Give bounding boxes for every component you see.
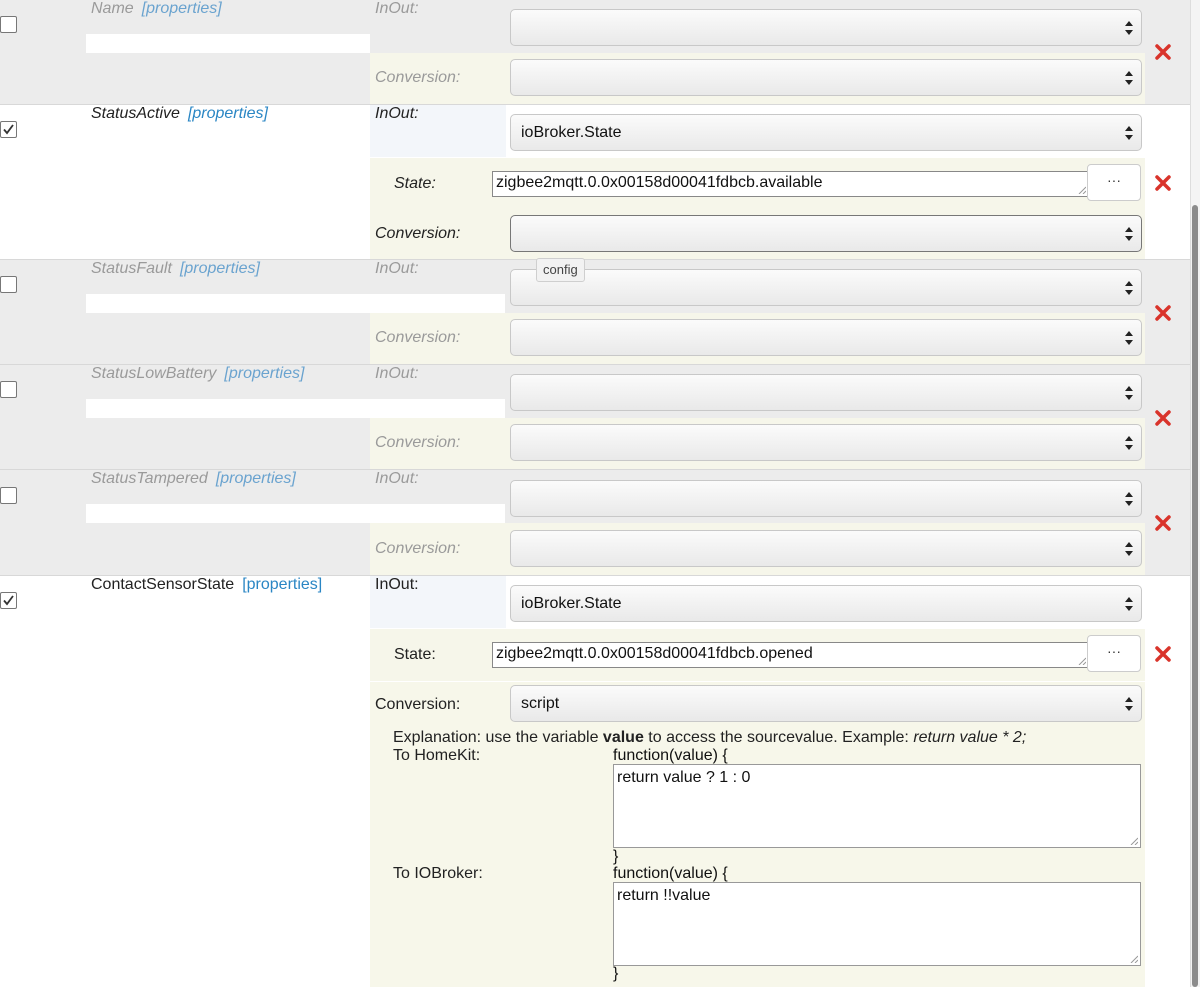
conversion-label: Conversion: xyxy=(375,540,461,557)
enable-checkbox-contactsensorstate[interactable] xyxy=(0,592,17,609)
select-arrows-icon xyxy=(1125,331,1133,345)
enable-checkbox-name[interactable] xyxy=(0,16,17,33)
checkmark-icon xyxy=(3,595,14,606)
conversion-select[interactable] xyxy=(510,530,1142,567)
inout-select[interactable] xyxy=(510,9,1142,46)
scrollbar-thumb[interactable] xyxy=(1192,205,1198,987)
select-arrows-icon xyxy=(1125,126,1133,140)
conversion-label: Conversion: xyxy=(375,434,461,451)
properties-link[interactable]: [properties] xyxy=(142,0,222,17)
resize-grip-icon[interactable] xyxy=(1078,186,1086,194)
characteristic-name: Name [properties] xyxy=(91,0,222,17)
homekit-script-textarea[interactable]: return value ? 1 : 0 xyxy=(613,764,1141,848)
characteristic-name: StatusActive [properties] xyxy=(91,105,268,122)
function-close: } xyxy=(613,848,619,865)
enable-checkbox-statusactive[interactable] xyxy=(0,121,17,138)
script-explanation: Explanation: use the variable value to a… xyxy=(393,729,1027,746)
conversion-select[interactable]: script xyxy=(510,685,1142,722)
function-open: function(value) { xyxy=(613,747,728,764)
config-tooltip: config xyxy=(536,258,585,282)
enable-checkbox-statuslowbattery[interactable] xyxy=(0,381,17,398)
inout-label: InOut: xyxy=(375,105,419,122)
conversion-select[interactable] xyxy=(510,215,1142,252)
conversion-label: Conversion: xyxy=(375,69,461,86)
properties-link[interactable]: [properties] xyxy=(224,365,304,382)
conversion-select[interactable] xyxy=(510,424,1142,461)
characteristic-name: StatusLowBattery [properties] xyxy=(91,365,305,382)
properties-link[interactable]: [properties] xyxy=(216,470,296,487)
select-arrows-icon xyxy=(1125,597,1133,611)
properties-link[interactable]: [properties] xyxy=(180,260,260,277)
characteristic-row-statustampered: StatusTampered [properties] InOut: Conver… xyxy=(0,470,1190,575)
select-arrows-icon xyxy=(1125,542,1133,556)
select-arrows-icon xyxy=(1125,492,1133,506)
characteristic-name: ContactSensorState [properties] xyxy=(91,576,323,593)
select-arrows-icon xyxy=(1125,386,1133,400)
remove-icon[interactable] xyxy=(1154,645,1172,663)
conversion-select[interactable] xyxy=(510,319,1142,356)
characteristic-row-statusfault: StatusFault [properties] InOut: Conversio… xyxy=(0,260,1190,365)
inout-label: InOut: xyxy=(375,0,419,17)
characteristic-row-name: Name[properties] InOut: InOut: Conversio… xyxy=(0,0,1190,105)
inout-select[interactable] xyxy=(510,480,1142,517)
name-underline-bar xyxy=(86,504,505,523)
remove-icon[interactable] xyxy=(1154,514,1172,532)
inout-label: InOut: xyxy=(375,470,419,487)
checkmark-icon xyxy=(3,124,14,135)
select-arrows-icon xyxy=(1125,227,1133,241)
inout-label: InOut: xyxy=(375,576,419,593)
to-iobroker-label: To IOBroker: xyxy=(393,865,483,882)
characteristic-name: StatusFault [properties] xyxy=(91,260,260,277)
characteristic-row-statuslowbattery: StatusLowBattery [properties] InOut: Conv… xyxy=(0,365,1190,470)
inout-select[interactable]: ioBroker.State xyxy=(510,585,1142,622)
state-label: State: xyxy=(394,646,436,663)
resize-grip-icon[interactable] xyxy=(1130,955,1138,963)
function-open: function(value) { xyxy=(613,865,728,882)
enable-checkbox-statusfault[interactable] xyxy=(0,276,17,293)
characteristic-row-statusactive: StatusActive [properties] InOut: ioBroker… xyxy=(0,105,1190,259)
inout-label: InOut: xyxy=(375,365,419,382)
name-underline-bar xyxy=(86,399,505,418)
inout-select[interactable]: ioBroker.State xyxy=(510,114,1142,151)
select-arrows-icon xyxy=(1125,697,1133,711)
select-arrows-icon xyxy=(1125,281,1133,295)
conversion-label: Conversion: xyxy=(375,225,461,242)
enable-checkbox-statustampered[interactable] xyxy=(0,487,17,504)
select-arrows-icon xyxy=(1125,436,1133,450)
properties-link[interactable]: [properties] xyxy=(188,105,268,122)
select-arrows-icon xyxy=(1125,21,1133,35)
name-underline-bar xyxy=(86,294,505,313)
remove-icon[interactable] xyxy=(1154,43,1172,61)
state-input[interactable]: zigbee2mqtt.0.0x00158d00041fdbcb.opened xyxy=(492,642,1089,668)
resize-grip-icon[interactable] xyxy=(1078,657,1086,665)
browse-state-button[interactable]: ··· xyxy=(1087,164,1141,201)
to-homekit-label: To HomeKit: xyxy=(393,747,481,764)
resize-grip-icon[interactable] xyxy=(1130,837,1138,845)
inout-select[interactable] xyxy=(510,269,1142,306)
iobroker-script-textarea[interactable]: return !!value xyxy=(613,882,1141,966)
conversion-select[interactable] xyxy=(510,59,1142,96)
remove-icon[interactable] xyxy=(1154,409,1172,427)
inout-select[interactable] xyxy=(510,374,1142,411)
state-label: State: xyxy=(394,175,436,192)
browse-state-button[interactable]: ··· xyxy=(1087,635,1141,672)
state-input[interactable]: zigbee2mqtt.0.0x00158d00041fdbcb.availab… xyxy=(492,171,1089,197)
remove-icon[interactable] xyxy=(1154,174,1172,192)
function-close: } xyxy=(613,965,619,982)
conversion-label: Conversion: xyxy=(375,696,461,713)
select-arrows-icon xyxy=(1125,71,1133,85)
properties-link[interactable]: [properties] xyxy=(242,576,322,593)
conversion-label: Conversion: xyxy=(375,329,461,346)
remove-icon[interactable] xyxy=(1154,304,1172,322)
characteristic-name: StatusTampered [properties] xyxy=(91,470,296,487)
inout-label: InOut: xyxy=(375,260,419,277)
